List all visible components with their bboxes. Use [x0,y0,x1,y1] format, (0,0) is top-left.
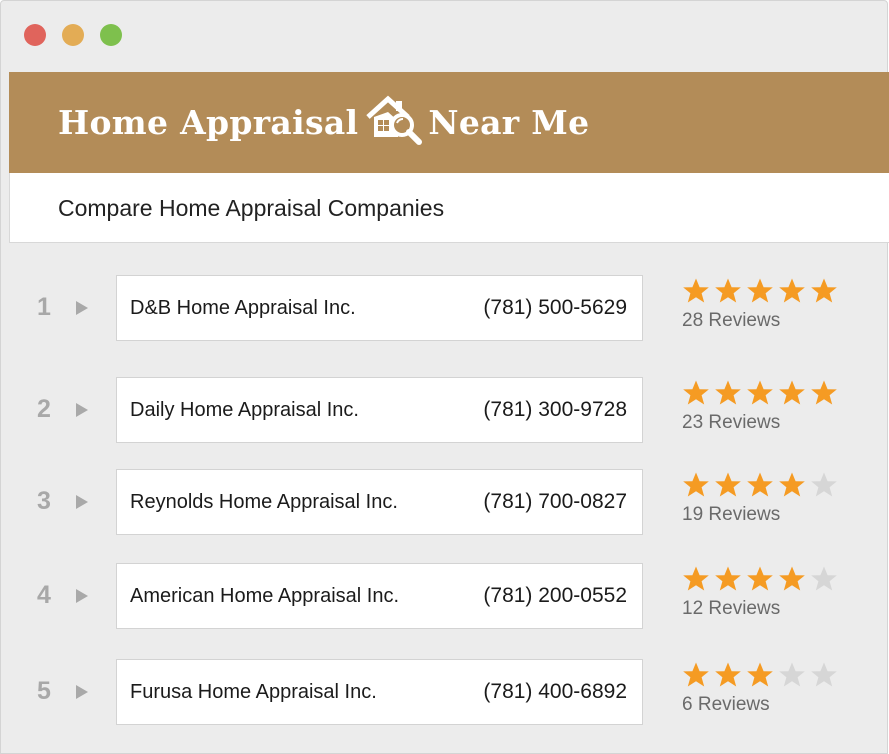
star-filled-icon [714,471,742,499]
star-empty-icon [810,565,838,593]
company-name[interactable]: American Home Appraisal Inc. [130,585,399,608]
logo-text-right: Near Me [428,102,590,142]
star-filled-icon [682,565,710,593]
star-filled-icon [714,661,742,689]
play-arrow-icon [76,403,88,417]
star-filled-icon [682,379,710,407]
star-rating: 28 Reviews [682,277,862,332]
rank-number: 1 [37,293,51,321]
star-filled-icon [778,277,806,305]
company-phone[interactable]: (781) 500-5629 [483,296,627,320]
company-row: 4 American Home Appraisal Inc. (781) 200… [1,563,889,629]
house-magnifier-icon [366,95,423,145]
star-filled-icon [810,277,838,305]
rank-number: 5 [37,677,51,705]
company-card[interactable]: Daily Home Appraisal Inc. (781) 300-9728 [116,377,643,443]
company-phone[interactable]: (781) 700-0827 [483,490,627,514]
browser-window: Home Appraisal Near Me Compare Home Appr… [0,0,889,754]
company-phone[interactable]: (781) 400-6892 [483,680,627,704]
company-phone[interactable]: (781) 200-0552 [483,584,627,608]
star-empty-icon [810,661,838,689]
play-arrow-icon [76,301,88,315]
company-card[interactable]: American Home Appraisal Inc. (781) 200-0… [116,563,643,629]
play-arrow-icon [76,495,88,509]
star-filled-icon [746,565,774,593]
company-row: 2 Daily Home Appraisal Inc. (781) 300-97… [1,377,889,443]
star-empty-icon [778,661,806,689]
star-filled-icon [746,661,774,689]
window-controls [24,24,122,46]
rating-stars [682,379,862,407]
company-name[interactable]: Furusa Home Appraisal Inc. [130,681,377,704]
star-filled-icon [810,379,838,407]
company-card[interactable]: D&B Home Appraisal Inc. (781) 500-5629 [116,275,643,341]
star-filled-icon [714,565,742,593]
star-rating: 19 Reviews [682,471,862,526]
star-filled-icon [746,379,774,407]
company-card[interactable]: Furusa Home Appraisal Inc. (781) 400-689… [116,659,643,725]
star-rating: 12 Reviews [682,565,862,620]
company-name[interactable]: Reynolds Home Appraisal Inc. [130,491,398,514]
star-empty-icon [810,471,838,499]
company-row: 5 Furusa Home Appraisal Inc. (781) 400-6… [1,659,889,725]
rank-number: 4 [37,581,51,609]
star-filled-icon [746,471,774,499]
minimize-window-button[interactable] [62,24,84,46]
company-row: 3 Reynolds Home Appraisal Inc. (781) 700… [1,469,889,535]
rating-stars [682,661,862,689]
rating-stars [682,565,862,593]
zoom-window-button[interactable] [100,24,122,46]
logo-text-left: Home Appraisal [58,102,359,142]
company-row: 1 D&B Home Appraisal Inc. (781) 500-5629… [1,275,889,341]
star-filled-icon [682,277,710,305]
company-name[interactable]: Daily Home Appraisal Inc. [130,399,359,422]
star-filled-icon [682,661,710,689]
review-count[interactable]: 6 Reviews [682,694,862,716]
company-phone[interactable]: (781) 300-9728 [483,398,627,422]
subheader-bar: Compare Home Appraisal Companies [9,173,889,243]
star-filled-icon [778,379,806,407]
review-count[interactable]: 28 Reviews [682,310,862,332]
company-card[interactable]: Reynolds Home Appraisal Inc. (781) 700-0… [116,469,643,535]
close-window-button[interactable] [24,24,46,46]
site-logo[interactable]: Home Appraisal Near Me [58,95,590,148]
rank-number: 3 [37,487,51,515]
star-filled-icon [714,379,742,407]
review-count[interactable]: 23 Reviews [682,412,862,434]
play-arrow-icon [76,685,88,699]
star-filled-icon [778,565,806,593]
star-rating: 23 Reviews [682,379,862,434]
rating-stars [682,471,862,499]
rating-stars [682,277,862,305]
star-filled-icon [714,277,742,305]
review-count[interactable]: 12 Reviews [682,598,862,620]
star-rating: 6 Reviews [682,661,862,716]
company-name[interactable]: D&B Home Appraisal Inc. [130,297,356,320]
star-filled-icon [778,471,806,499]
page-title: Compare Home Appraisal Companies [58,195,445,221]
star-filled-icon [746,277,774,305]
review-count[interactable]: 19 Reviews [682,504,862,526]
site-header: Home Appraisal Near Me [9,72,889,173]
star-filled-icon [682,471,710,499]
rank-number: 2 [37,395,51,423]
play-arrow-icon [76,589,88,603]
